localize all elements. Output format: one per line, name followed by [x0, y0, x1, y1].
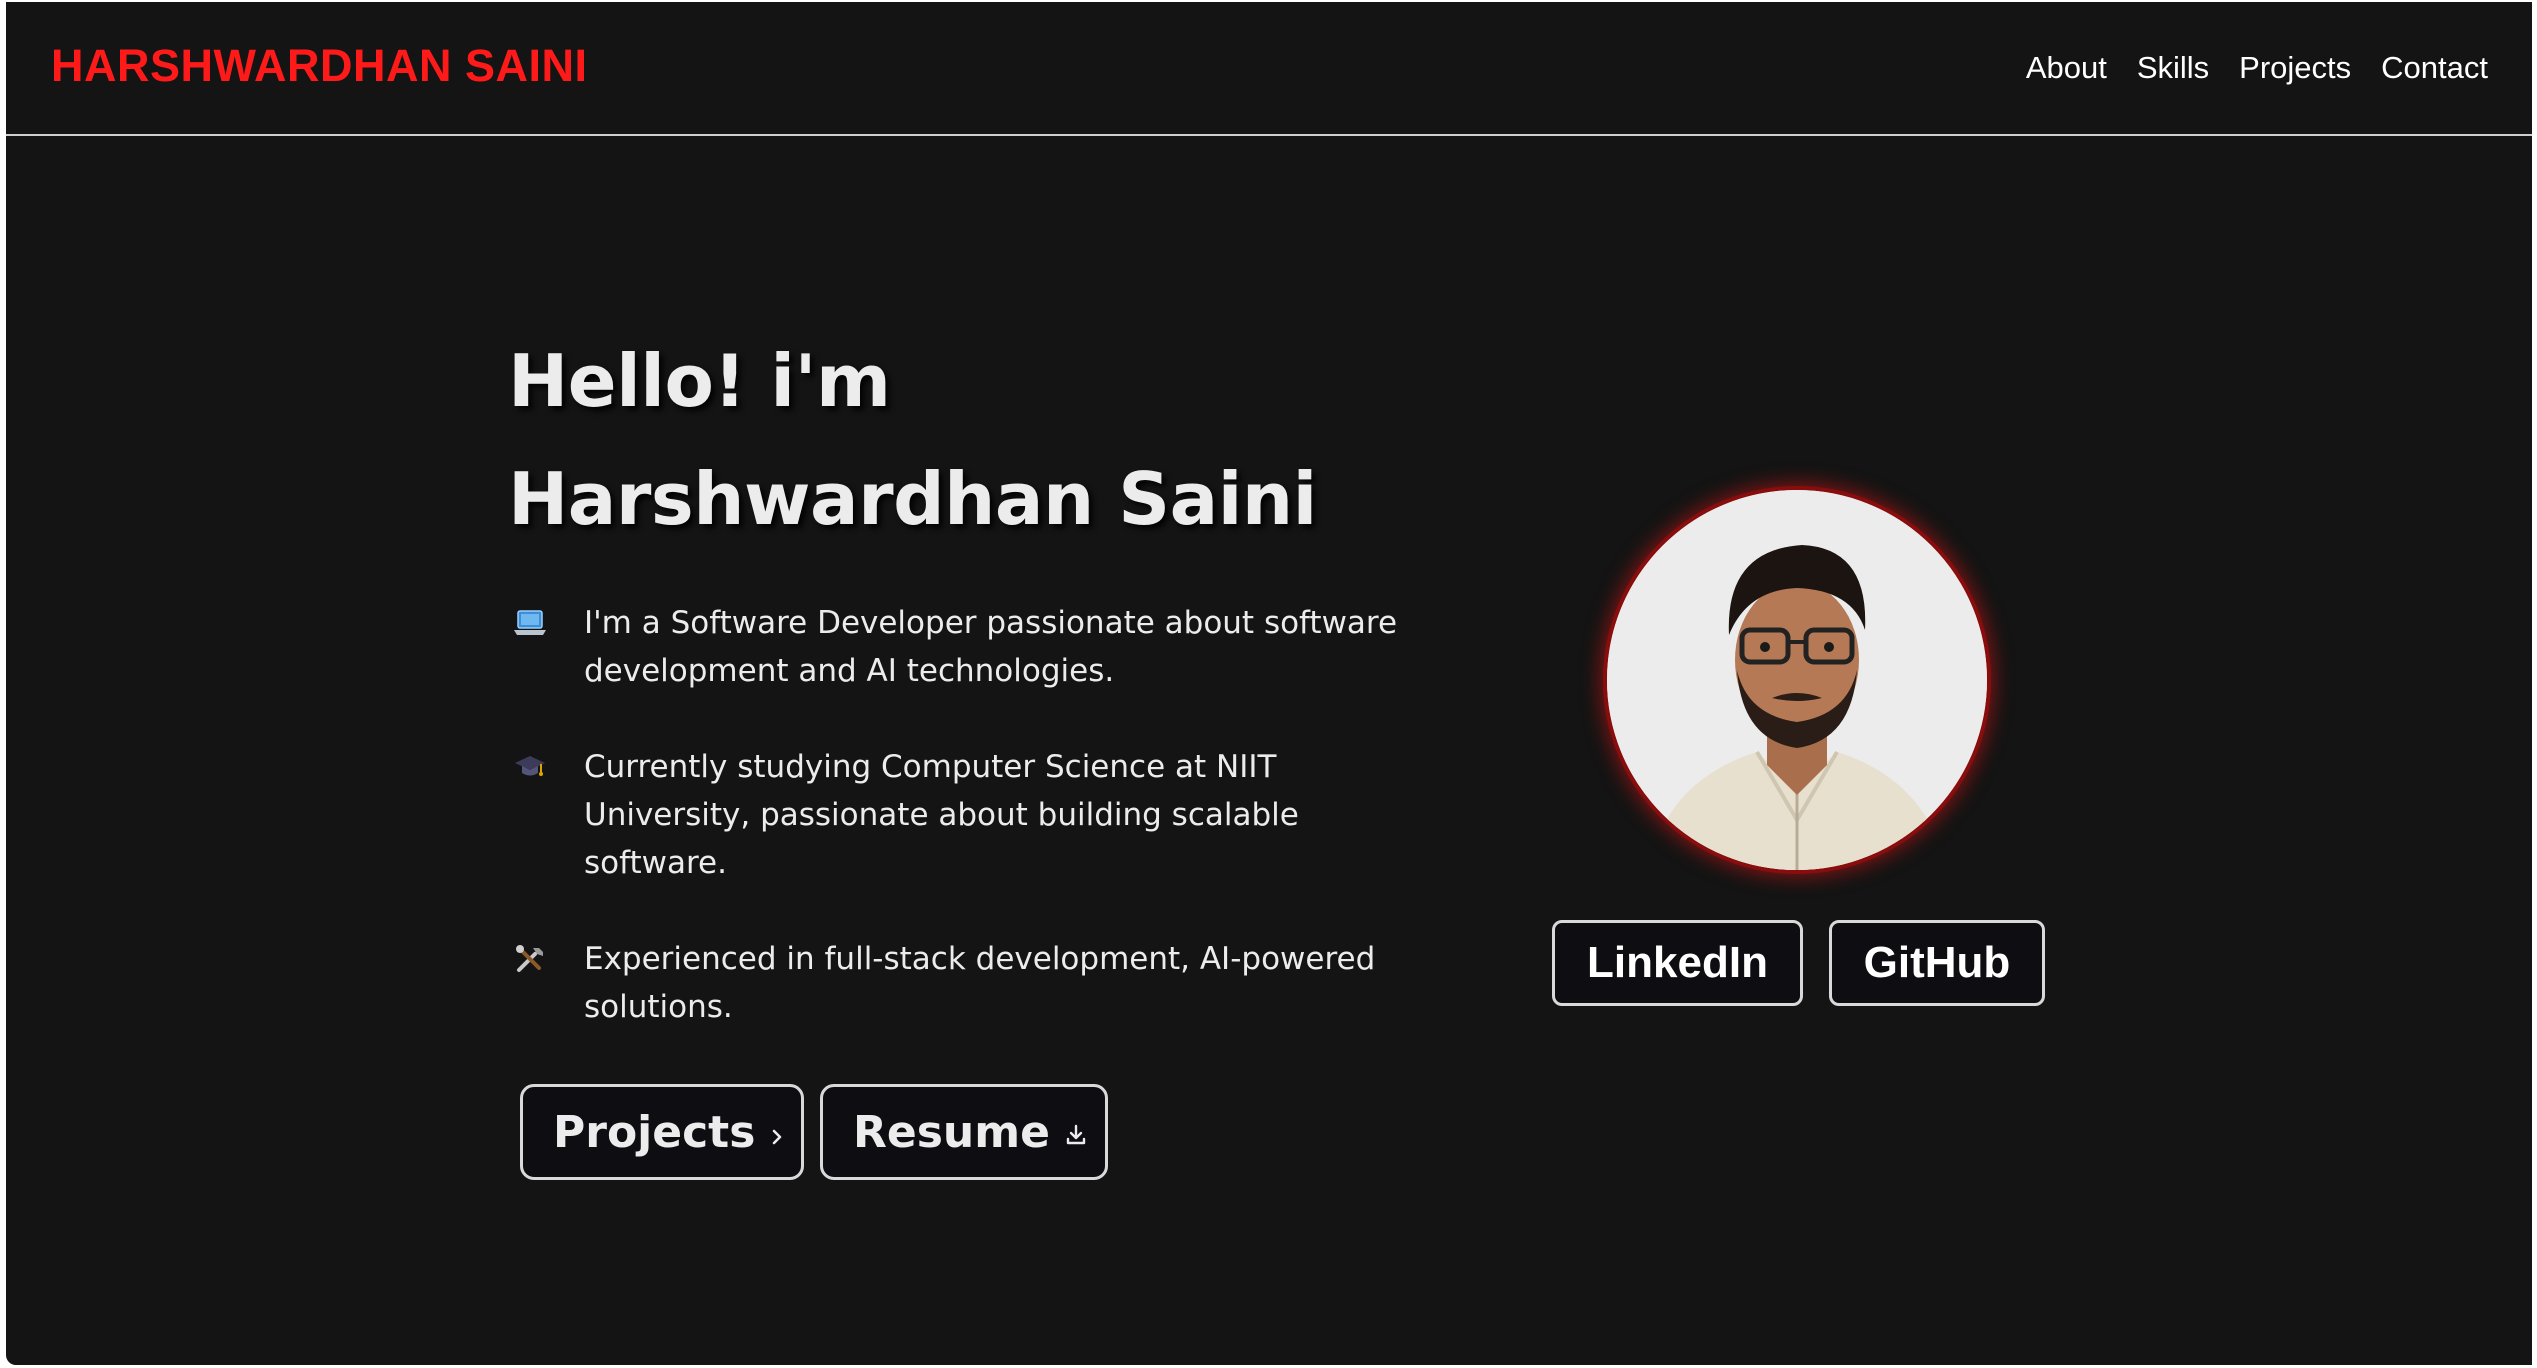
page-frame: HARSHWARDHAN SAINI About Skills Projects…	[6, 2, 2532, 1365]
chevron-right-icon	[769, 1107, 785, 1158]
projects-button-label: Projects	[553, 1106, 756, 1158]
intro-point-education: Currently studying Computer Science at N…	[512, 743, 1412, 887]
intro-point-experience: Experienced in full-stack development, A…	[512, 935, 1412, 1031]
graduation-cap-icon	[512, 749, 548, 785]
navbar: HARSHWARDHAN SAINI About Skills Projects…	[6, 2, 2532, 136]
resume-button-label: Resume	[853, 1106, 1050, 1158]
hero-name: Harshwardhan Saini	[508, 457, 1317, 541]
github-button[interactable]: GitHub	[1829, 920, 2045, 1006]
intro-point-developer: I'm a Software Developer passionate abou…	[512, 599, 1412, 695]
nav-links: About Skills Projects Contact	[2026, 50, 2488, 86]
social-links: LinkedIn GitHub	[1552, 920, 2045, 1006]
download-icon	[1064, 1107, 1088, 1158]
intro-point-text: Currently studying Computer Science at N…	[584, 749, 1299, 881]
profile-photo-illustration	[1607, 490, 1987, 870]
intro-points: I'm a Software Developer passionate abou…	[512, 599, 1412, 1079]
nav-item-contact[interactable]: Contact	[2381, 50, 2488, 86]
cta-buttons: Projects Resume	[520, 1084, 1108, 1180]
profile-photo	[1603, 486, 1991, 874]
nav-item-skills[interactable]: Skills	[2137, 50, 2209, 86]
tools-icon	[512, 941, 548, 977]
resume-button[interactable]: Resume	[820, 1084, 1108, 1180]
intro-point-text: Experienced in full-stack development, A…	[584, 941, 1376, 1025]
hero-title: Hello! i'm Harshwardhan Saini	[508, 322, 1317, 558]
nav-item-about[interactable]: About	[2026, 50, 2107, 86]
projects-button[interactable]: Projects	[520, 1084, 804, 1180]
hero-greeting: Hello! i'm	[508, 339, 891, 423]
brand-logo[interactable]: HARSHWARDHAN SAINI	[51, 40, 588, 92]
nav-item-projects[interactable]: Projects	[2239, 50, 2351, 86]
laptop-icon	[512, 605, 548, 641]
intro-point-text: I'm a Software Developer passionate abou…	[584, 605, 1398, 689]
linkedin-button[interactable]: LinkedIn	[1552, 920, 1803, 1006]
